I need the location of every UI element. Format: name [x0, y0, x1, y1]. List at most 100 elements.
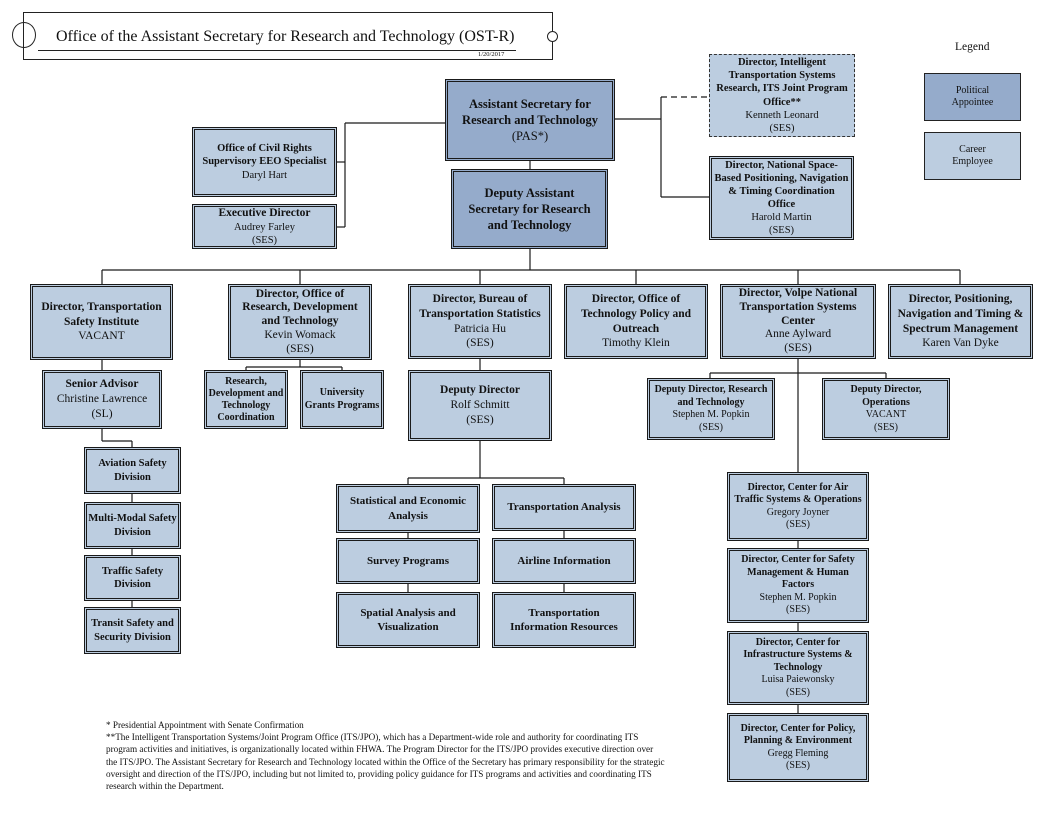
node-grade: (SES)	[786, 686, 810, 698]
node-deputy-assistant-secretary[interactable]: Deputy Assistant Secretary for Research …	[451, 169, 608, 249]
node-title: Director, National Space-Based Positioni…	[714, 159, 849, 210]
node-transportation-information-resources[interactable]: Transportation Information Resources	[492, 592, 636, 648]
node-volpe-deputy-research-technology[interactable]: Deputy Director, Research and Technology…	[647, 378, 775, 440]
node-name: Gregg Fleming	[767, 747, 829, 759]
node-grade: (SES)	[786, 519, 810, 530]
node-airline-information[interactable]: Airline Information	[492, 538, 636, 584]
legend-label: Career	[959, 143, 986, 155]
node-rdt-coordination[interactable]: Research, Development and Technology Coo…	[204, 370, 288, 429]
node-name: Timothy Klein	[602, 337, 670, 350]
node-name: Rolf Schmitt	[450, 399, 510, 412]
node-executive-director[interactable]: Executive Director Audrey Farley (SES)	[192, 204, 337, 249]
node-name: Kevin Womack	[264, 328, 336, 341]
node-title: Director, Bureau of Transportation Stati…	[419, 292, 541, 320]
node-senior-advisor[interactable]: Senior Advisor Christine Lawrence (SL)	[42, 370, 162, 429]
chart-title: Office of the Assistant Secretary for Re…	[56, 28, 515, 45]
node-name: Audrey Farley	[234, 221, 295, 233]
node-grade: (SES)	[786, 760, 810, 771]
node-pnt-spectrum-management[interactable]: Director, Positioning, Navigation and Ti…	[888, 284, 1033, 359]
node-name: Karen Van Dyke	[922, 337, 999, 350]
node-title: Director, Office of Technology Policy an…	[580, 292, 692, 335]
node-title: Senior Advisor	[65, 378, 139, 391]
legend-label: Political	[955, 84, 990, 96]
node-name: Stephen M. Popkin	[759, 591, 837, 603]
node-name: Anne Aylward	[764, 328, 832, 341]
node-its-jpo[interactable]: Director, Intelligent Transportation Sys…	[709, 54, 855, 137]
node-grade: (SES)	[699, 421, 723, 433]
node-grade: (SES)	[466, 337, 494, 350]
node-title: Multi-Modal Safety Division	[88, 513, 177, 538]
node-volpe-deputy-operations[interactable]: Deputy Director, Operations VACANT (SES)	[822, 378, 950, 440]
node-transportation-safety-institute[interactable]: Director, Transportation Safety Institut…	[30, 284, 173, 360]
circle-marker-icon	[547, 31, 558, 42]
node-infrastructure-systems[interactable]: Director, Center for Infrastructure Syst…	[727, 631, 869, 705]
footnote-its-jpo: **The Intelligent Transportation Systems…	[106, 732, 665, 792]
node-traffic-safety-division[interactable]: Traffic Safety Division	[84, 555, 181, 601]
footnote-pas: * Presidential Appointment with Senate C…	[106, 720, 304, 730]
node-name: Daryl Hart	[241, 169, 288, 181]
node-title: Statistical and Economic Analysis	[349, 495, 467, 522]
node-title: Director, Center for Policy, Planning & …	[740, 722, 856, 747]
circle-marker-icon	[12, 22, 36, 48]
node-transportation-analysis[interactable]: Transportation Analysis	[492, 484, 636, 531]
node-aviation-safety-division[interactable]: Aviation Safety Division	[84, 447, 181, 494]
node-name: Luisa Paiewonsky	[761, 674, 835, 686]
legend-career-employee: Career Employee	[924, 132, 1021, 180]
node-name: Kenneth Leonard	[745, 109, 819, 121]
node-title: University Grants Programs	[304, 387, 380, 411]
node-title: Director, Positioning, Navigation and Ti…	[897, 292, 1024, 335]
node-title: Office of Civil Rights Supervisory EEO S…	[202, 143, 327, 168]
node-title: Research, Development and Technology Coo…	[208, 375, 284, 423]
node-survey-programs[interactable]: Survey Programs	[336, 538, 480, 584]
node-grade: (SES)	[251, 234, 278, 246]
node-title: Director, Transportation Safety Institut…	[41, 300, 162, 328]
node-university-grants[interactable]: University Grants Programs	[300, 370, 384, 429]
node-name: Christine Lawrence	[56, 393, 148, 406]
node-policy-planning-environment[interactable]: Director, Center for Policy, Planning & …	[727, 713, 869, 782]
node-grade: (SES)	[286, 342, 314, 355]
node-multimodal-safety-division[interactable]: Multi-Modal Safety Division	[84, 502, 181, 549]
node-spatial-analysis[interactable]: Spatial Analysis and Visualization	[336, 592, 480, 648]
node-title: Transportation Information Resources	[510, 606, 618, 633]
node-name: Harold Martin	[751, 212, 812, 224]
node-grade: (SES)	[784, 342, 812, 355]
node-grade: (SES)	[769, 122, 795, 134]
node-title: Airline Information	[517, 554, 611, 567]
node-title: Deputy Assistant Secretary for Research …	[468, 185, 591, 233]
node-grade: (SES)	[466, 413, 494, 426]
node-title: Deputy Director, Research and Technology	[654, 384, 768, 408]
legend-title: Legend	[955, 41, 990, 53]
node-title: Transportation Analysis	[507, 501, 621, 514]
node-title: Director, Volpe National Transportation …	[738, 287, 858, 327]
node-research-development-technology[interactable]: Director, Office of Research, Developmen…	[228, 284, 372, 360]
node-civil-rights[interactable]: Office of Civil Rights Supervisory EEO S…	[192, 127, 337, 197]
legend-label: Employee	[952, 156, 993, 167]
node-title: Deputy Director	[440, 384, 520, 397]
node-assistant-secretary[interactable]: Assistant Secretary for Research and Tec…	[445, 79, 615, 161]
node-safety-management-human-factors[interactable]: Director, Center for Safety Management &…	[727, 548, 869, 623]
node-title: Director, Center for Air Traffic Systems…	[734, 481, 862, 506]
node-technology-policy-outreach[interactable]: Director, Office of Technology Policy an…	[564, 284, 708, 359]
node-grade: (SL)	[91, 407, 113, 420]
node-volpe-center[interactable]: Director, Volpe National Transportation …	[720, 284, 876, 359]
node-name: (PAS*)	[511, 129, 549, 144]
node-name: VACANT	[865, 409, 907, 420]
node-bts-deputy-director[interactable]: Deputy Director Rolf Schmitt (SES)	[408, 370, 552, 441]
node-title: Transit Safety and Security Division	[91, 618, 174, 643]
legend-political-appointee: Political Appointee	[924, 73, 1021, 121]
node-title: Director, Center for Infrastructure Syst…	[743, 636, 853, 673]
node-title: Director, Intelligent Transportation Sys…	[716, 57, 848, 108]
node-title: Spatial Analysis and Visualization	[360, 606, 456, 633]
node-pnt-coordination[interactable]: Director, National Space-Based Positioni…	[709, 156, 854, 240]
legend-label: Appointee	[951, 97, 994, 108]
node-grade: (SES)	[874, 421, 898, 433]
node-statistical-economic-analysis[interactable]: Statistical and Economic Analysis	[336, 484, 480, 533]
node-air-traffic-systems[interactable]: Director, Center for Air Traffic Systems…	[727, 472, 869, 541]
node-grade: (SES)	[768, 225, 795, 237]
node-name: Patricia Hu	[453, 322, 507, 335]
chart-date: 1/20/2017	[478, 51, 505, 58]
node-transit-safety-division[interactable]: Transit Safety and Security Division	[84, 607, 181, 654]
node-title: Deputy Director, Operations	[850, 384, 922, 408]
node-bureau-transportation-statistics[interactable]: Director, Bureau of Transportation Stati…	[408, 284, 552, 359]
node-name: Gregory Joyner	[766, 506, 830, 518]
